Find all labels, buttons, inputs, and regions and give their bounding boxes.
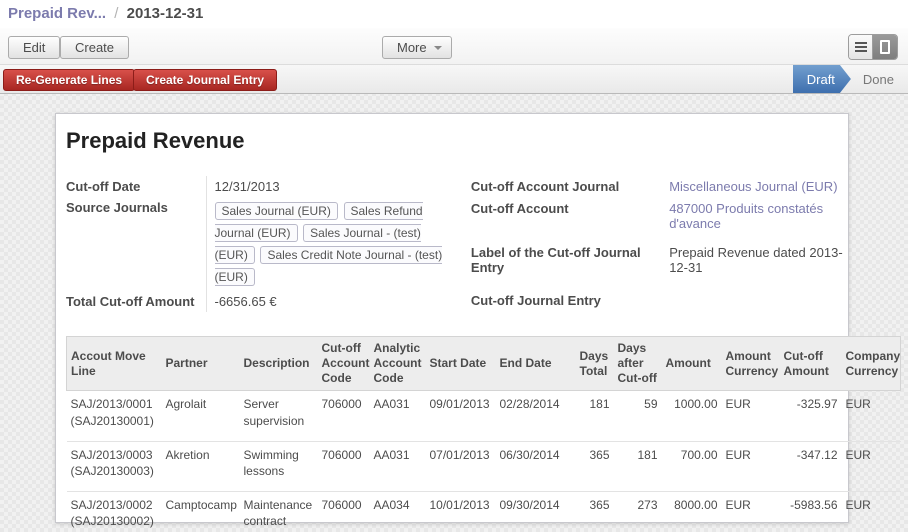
cell-move_line: SAJ/2013/0003 (SAJ20130003) <box>67 441 162 491</box>
more-button[interactable]: More <box>382 36 452 59</box>
cell-partner: Agrolait <box>162 391 240 441</box>
toolbar: Edit Create More <box>0 28 908 64</box>
table-row[interactable]: SAJ/2013/0001 (SAJ20130001)AgrolaitServe… <box>67 391 901 441</box>
cell-analytic_account: AA031 <box>370 441 426 491</box>
cell-amount_currency: EUR <box>722 492 780 532</box>
caret-down-icon <box>434 46 442 50</box>
column-header-amount[interactable]: Amount <box>662 337 722 391</box>
breadcrumb-parent-link[interactable]: Prepaid Rev... <box>8 5 106 22</box>
regenerate-lines-button[interactable]: Re-Generate Lines <box>3 69 135 91</box>
column-header-cutoff_amount[interactable]: Cut-off Amount <box>780 337 842 391</box>
statusbar: Draft Done <box>793 65 908 93</box>
more-button-label: More <box>397 40 427 55</box>
breadcrumb-current: 2013-12-31 <box>127 5 204 22</box>
cutoff-journal-entry-value <box>669 281 848 313</box>
cutoff-account-journal-value[interactable]: Miscellaneous Journal (EUR) <box>669 176 848 198</box>
cell-start_date: 07/01/2013 <box>426 441 496 491</box>
cell-amount: 8000.00 <box>662 492 722 532</box>
table-row[interactable]: SAJ/2013/0003 (SAJ20130003)AkretionSwimm… <box>67 441 901 491</box>
cutoff-date-value: 12/31/2013 <box>206 176 463 197</box>
field-groups: Cut-off Date 12/31/2013 Source Journals … <box>66 176 848 312</box>
field-group-left: Cut-off Date 12/31/2013 Source Journals … <box>66 176 463 312</box>
cell-partner: Akretion <box>162 441 240 491</box>
cell-days_after: 273 <box>614 492 662 532</box>
cell-days_after: 59 <box>614 391 662 441</box>
column-header-move_line[interactable]: Accout Move Line <box>67 337 162 391</box>
form-icon <box>880 40 890 54</box>
cutoff-account-journal-label: Cut-off Account Journal <box>471 176 669 198</box>
cell-start_date: 09/01/2013 <box>426 391 496 441</box>
field-group-right: Cut-off Account Journal Miscellaneous Jo… <box>471 176 848 312</box>
cell-cutoff_account: 706000 <box>318 441 370 491</box>
entry-label-value: Prepaid Revenue dated 2013-12-31 <box>669 236 848 280</box>
cell-days_after: 181 <box>614 441 662 491</box>
breadcrumb: Prepaid Rev... / 2013-12-31 <box>0 0 908 28</box>
cell-analytic_account: AA034 <box>370 492 426 532</box>
cell-amount_currency: EUR <box>722 391 780 441</box>
cell-cutoff_account: 706000 <box>318 492 370 532</box>
cell-start_date: 10/01/2013 <box>426 492 496 532</box>
breadcrumb-separator: / <box>110 5 122 22</box>
create-button[interactable]: Create <box>60 36 129 59</box>
table-row[interactable]: SAJ/2013/0002 (SAJ20130002)CamptocampMai… <box>67 492 901 532</box>
table-body: SAJ/2013/0001 (SAJ20130001)AgrolaitServe… <box>67 391 901 532</box>
cell-cutoff_amount: -5983.56 <box>780 492 842 532</box>
cutoff-account-label: Cut-off Account <box>471 198 669 236</box>
column-header-company_currency[interactable]: Company Currency <box>842 337 901 391</box>
cutoff-lines-table: Accout Move LinePartnerDescriptionCut-of… <box>66 336 901 532</box>
cell-amount: 1000.00 <box>662 391 722 441</box>
column-header-days_total[interactable]: Days Total <box>576 337 614 391</box>
cell-company_currency: EUR <box>842 441 901 491</box>
cell-end_date: 09/30/2014 <box>496 492 576 532</box>
view-switcher <box>848 34 898 60</box>
cutoff-journal-entry-label: Cut-off Journal Entry <box>471 281 669 313</box>
cutoff-account-value[interactable]: 487000 Produits constatés d'avance <box>669 198 848 236</box>
edit-button[interactable]: Edit <box>8 36 60 59</box>
cell-end_date: 06/30/2014 <box>496 441 576 491</box>
cell-cutoff_amount: -325.97 <box>780 391 842 441</box>
cell-end_date: 02/28/2014 <box>496 391 576 441</box>
list-icon <box>855 46 867 48</box>
cell-company_currency: EUR <box>842 492 901 532</box>
cell-cutoff_amount: -347.12 <box>780 441 842 491</box>
column-header-analytic_account[interactable]: Analytic Account Code <box>370 337 426 391</box>
table-header-row: Accout Move LinePartnerDescriptionCut-of… <box>67 337 901 391</box>
page-title: Prepaid Revenue <box>66 128 848 154</box>
cell-analytic_account: AA031 <box>370 391 426 441</box>
column-header-days_after[interactable]: Days after Cut-off <box>614 337 662 391</box>
action-bar: Re-Generate Lines Create Journal Entry D… <box>0 64 908 94</box>
form-sheet: Prepaid Revenue Cut-off Date 12/31/2013 … <box>55 113 849 523</box>
create-journal-entry-button[interactable]: Create Journal Entry <box>133 69 277 91</box>
cell-days_total: 181 <box>576 391 614 441</box>
cell-amount: 700.00 <box>662 441 722 491</box>
column-header-amount_currency[interactable]: Amount Currency <box>722 337 780 391</box>
source-journals-tags: Sales Journal (EUR) Sales Refund Journal… <box>215 200 463 288</box>
journal-tag[interactable]: Sales Journal (EUR) <box>215 202 338 220</box>
cell-move_line: SAJ/2013/0002 (SAJ20130002) <box>67 492 162 532</box>
column-header-description[interactable]: Description <box>240 337 318 391</box>
entry-label-label: Label of the Cut-off Journal Entry <box>471 236 669 280</box>
cell-company_currency: EUR <box>842 391 901 441</box>
statusbar-state-draft[interactable]: Draft <box>793 65 851 93</box>
column-header-start_date[interactable]: Start Date <box>426 337 496 391</box>
cell-days_total: 365 <box>576 441 614 491</box>
statusbar-state-done[interactable]: Done <box>851 65 908 93</box>
total-cutoff-amount-label: Total Cut-off Amount <box>66 291 206 312</box>
cell-description: Maintenance contract <box>240 492 318 532</box>
form-view-button[interactable] <box>873 35 897 59</box>
cell-days_total: 365 <box>576 492 614 532</box>
column-header-end_date[interactable]: End Date <box>496 337 576 391</box>
column-header-cutoff_account[interactable]: Cut-off Account Code <box>318 337 370 391</box>
column-header-partner[interactable]: Partner <box>162 337 240 391</box>
cutoff-date-label: Cut-off Date <box>66 176 206 197</box>
cell-amount_currency: EUR <box>722 441 780 491</box>
total-cutoff-amount-value: -6656.65 € <box>206 291 463 312</box>
cell-description: Swimming lessons <box>240 441 318 491</box>
source-journals-label: Source Journals <box>66 197 206 291</box>
cell-move_line: SAJ/2013/0001 (SAJ20130001) <box>67 391 162 441</box>
list-view-button[interactable] <box>849 35 873 59</box>
cell-description: Server supervision <box>240 391 318 441</box>
cell-partner: Camptocamp <box>162 492 240 532</box>
cell-cutoff_account: 706000 <box>318 391 370 441</box>
